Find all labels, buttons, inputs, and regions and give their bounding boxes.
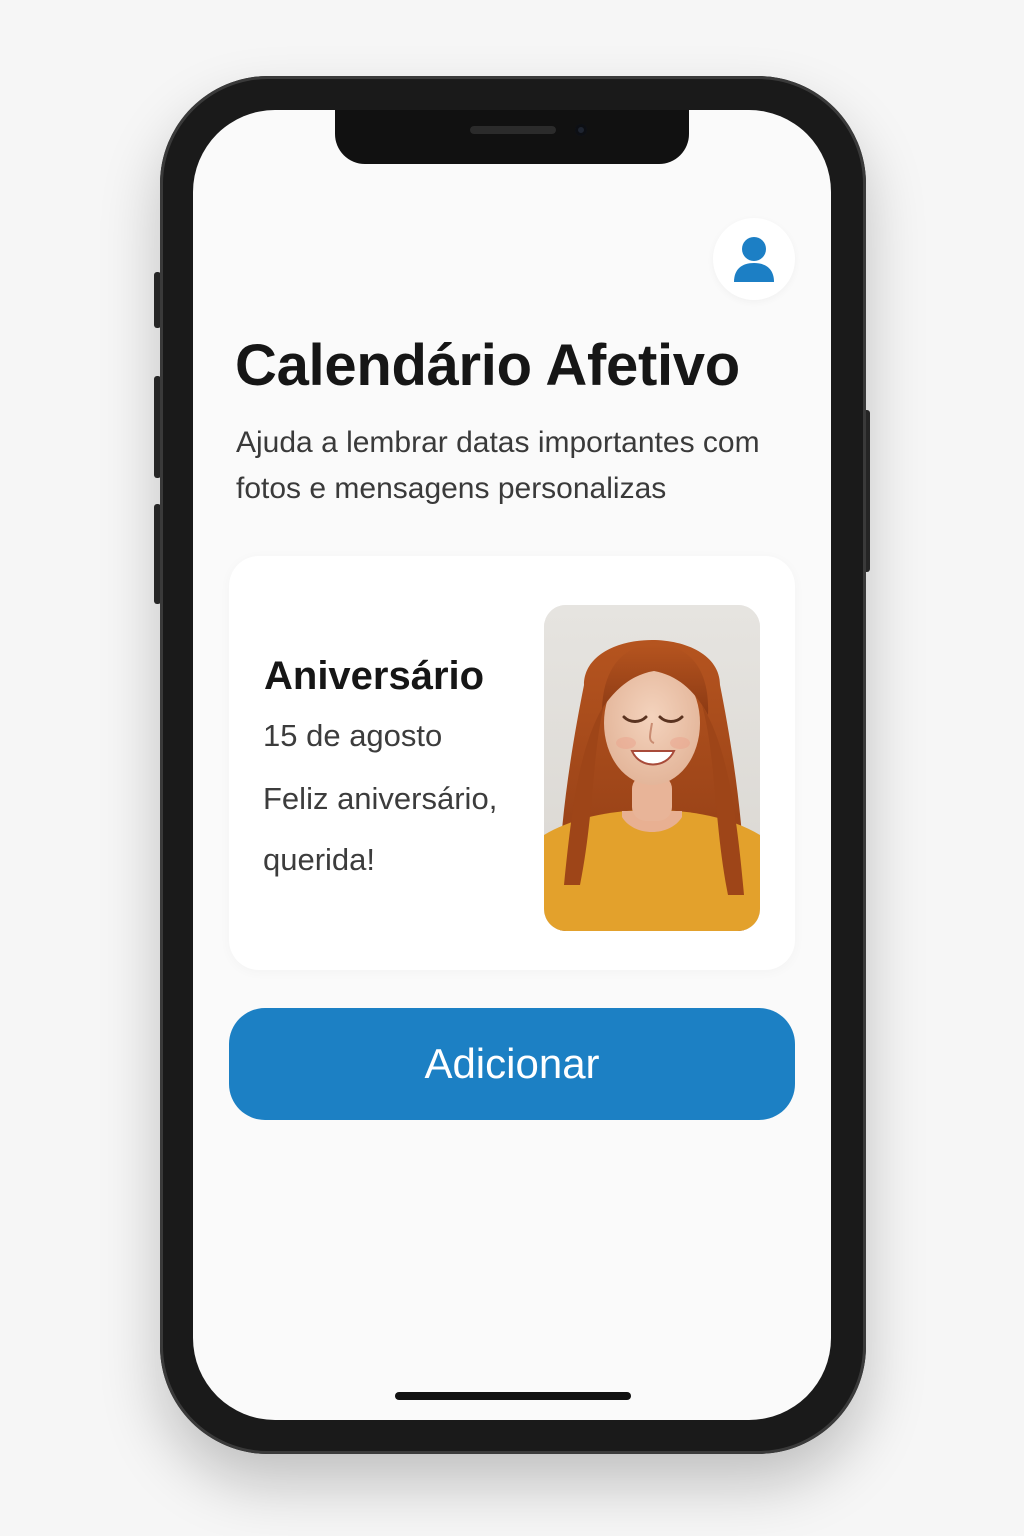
home-indicator[interactable] [395,1392,631,1400]
user-icon [734,237,774,282]
speaker-grille [470,126,556,134]
page-subtitle: Ajuda a lembrar datas importantes com fo… [236,426,760,505]
profile-button[interactable] [713,218,795,300]
portrait-photo [544,605,760,931]
page-title: Calendário Afetivo [235,333,740,398]
event-photo [544,605,760,931]
event-date: 15 de agosto [263,718,443,753]
notch [335,110,689,164]
front-camera [575,124,587,136]
event-title: Aniversário [264,654,485,698]
event-message: Feliz aniversário, querida! [263,781,498,877]
app-screen: Calendário Afetivo Ajuda a lembrar datas… [193,110,831,1420]
event-card[interactable]: Aniversário 15 de agosto Feliz aniversár… [229,556,795,970]
add-button[interactable]: Adicionar [229,1008,795,1120]
device-stage: Calendário Afetivo Ajuda a lembrar datas… [0,0,1024,1536]
